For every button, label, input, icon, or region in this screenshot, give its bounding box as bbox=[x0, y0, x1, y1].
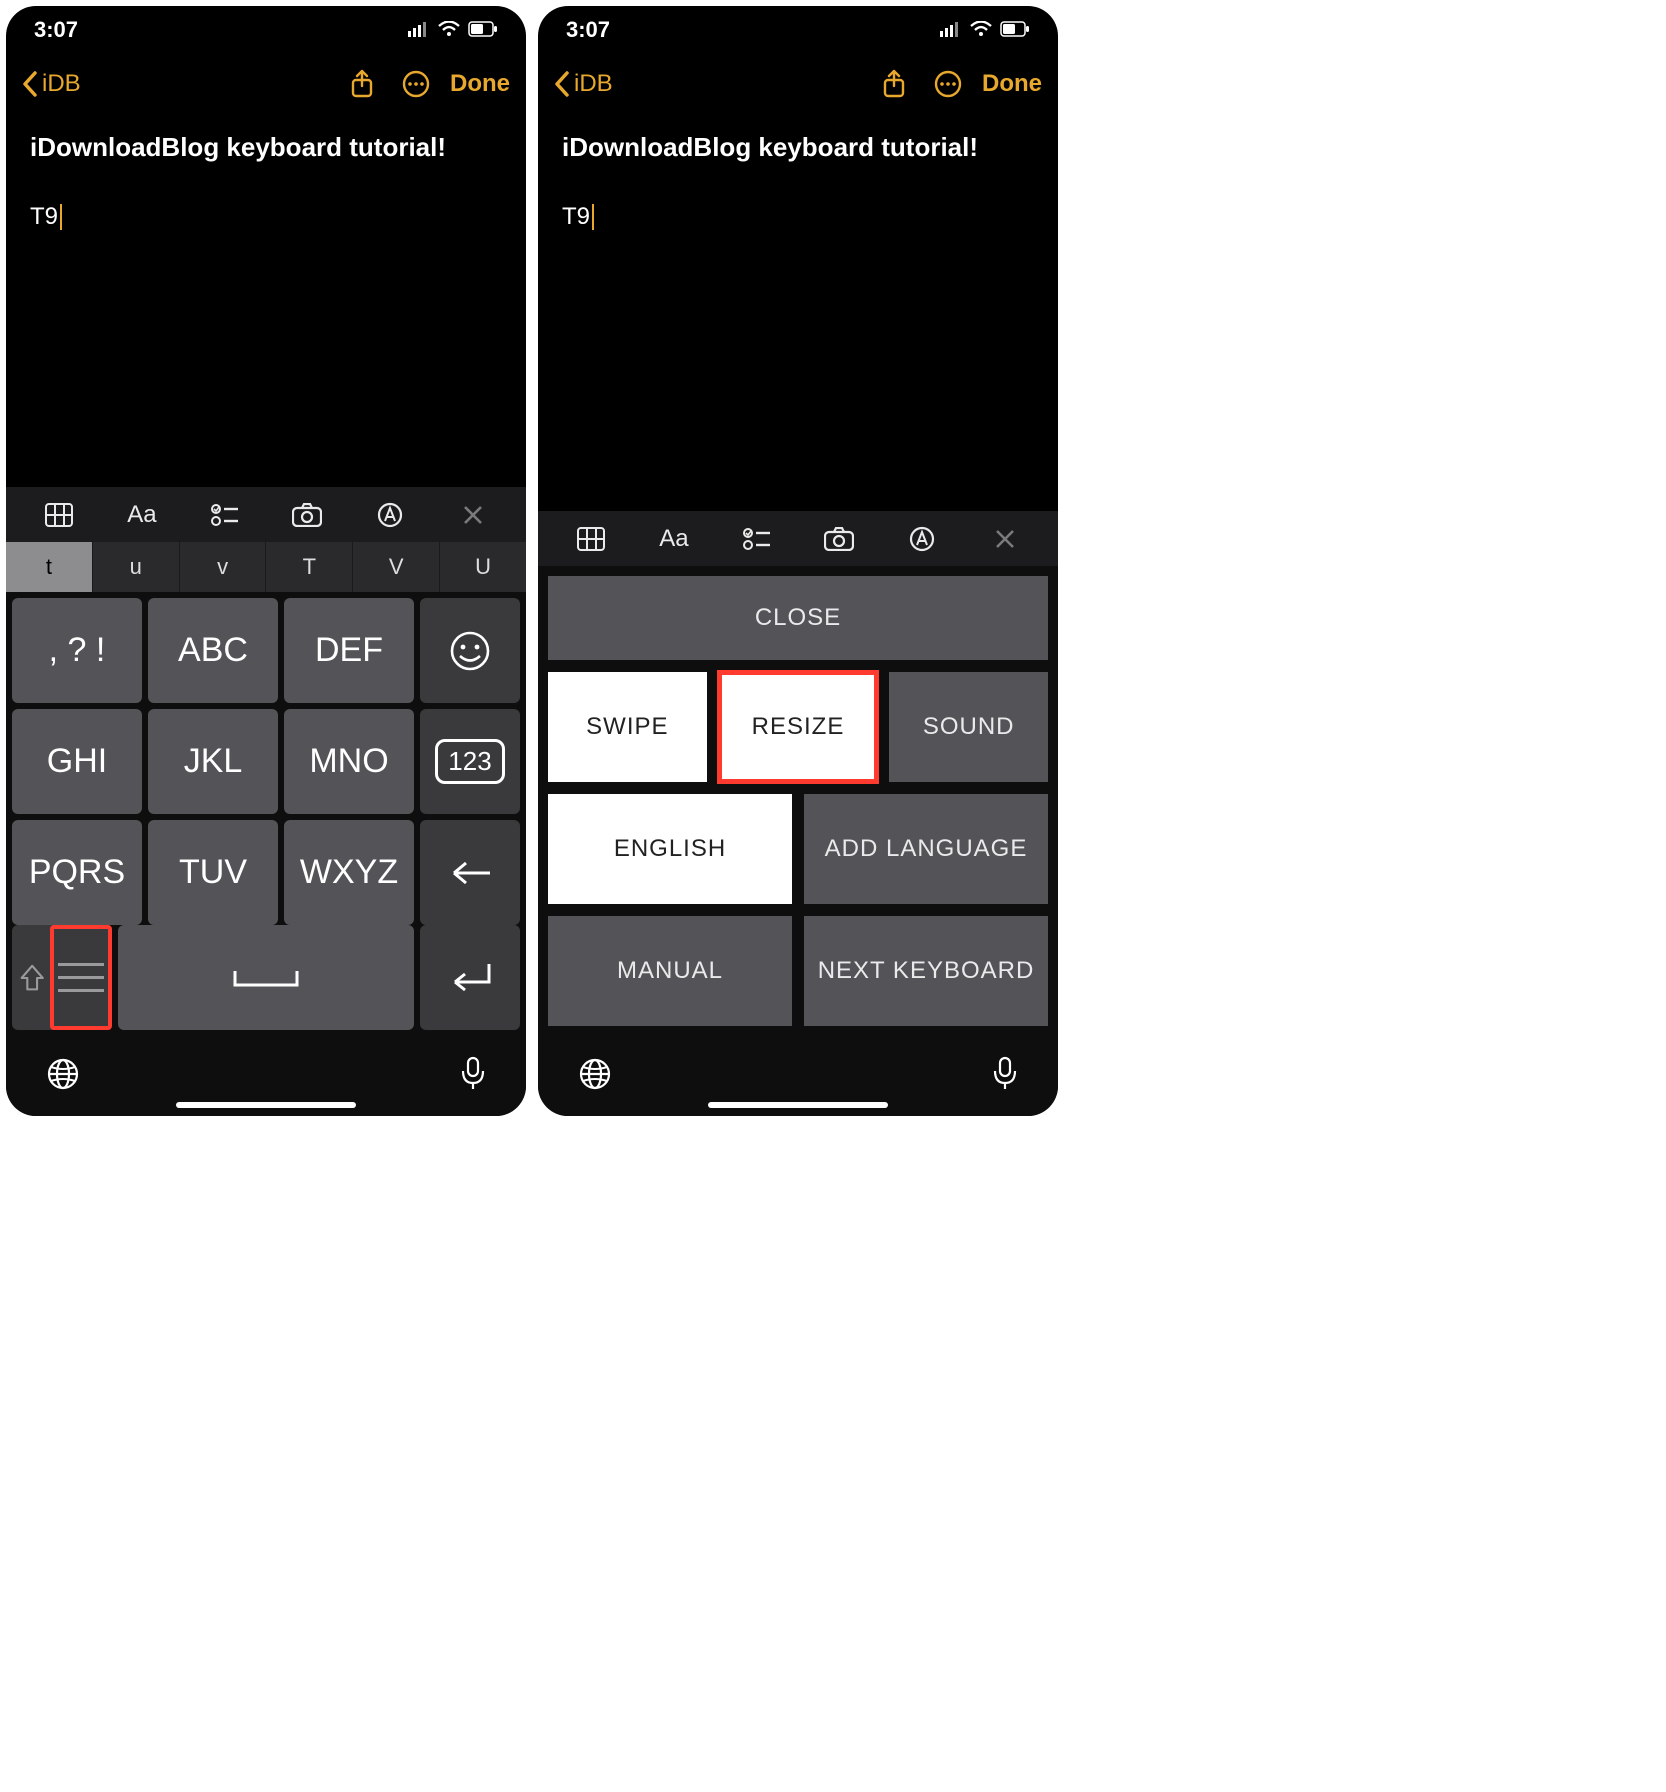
note-line: T9 bbox=[30, 203, 502, 231]
more-button[interactable] bbox=[396, 64, 436, 104]
wifi-icon bbox=[970, 17, 992, 43]
mic-icon[interactable] bbox=[992, 1056, 1018, 1097]
mic-icon[interactable] bbox=[460, 1056, 486, 1097]
keyboard-settings-panel: CLOSE SWIPE RESIZE SOUND ENGLISH ADD LAN… bbox=[538, 566, 1058, 1036]
home-indicator bbox=[176, 1102, 356, 1108]
note-heading: iDownloadBlog keyboard tutorial! bbox=[562, 132, 1034, 163]
home-indicator bbox=[708, 1102, 888, 1108]
suggestion-item[interactable]: u bbox=[93, 542, 180, 592]
settings-manual-button[interactable]: MANUAL bbox=[548, 916, 792, 1026]
status-time: 3:07 bbox=[566, 17, 610, 43]
done-button[interactable]: Done bbox=[982, 70, 1042, 98]
note-timestamp: April 28, 2023 at 3:07 PM bbox=[6, 66, 526, 89]
back-button[interactable]: iDB bbox=[22, 70, 81, 98]
suggestion-item[interactable]: T bbox=[266, 542, 353, 592]
settings-swipe-button[interactable]: SWIPE bbox=[548, 672, 707, 782]
nav-bar: April 28, 2023 at 3:07 PM iDB Done bbox=[538, 54, 1058, 114]
settings-english-button[interactable]: ENGLISH bbox=[548, 794, 792, 904]
key-return[interactable] bbox=[420, 925, 520, 1030]
status-icons bbox=[408, 17, 498, 43]
shift-menu-key[interactable] bbox=[12, 925, 112, 1030]
globe-icon[interactable] bbox=[578, 1057, 612, 1096]
table-icon[interactable] bbox=[569, 517, 613, 561]
key-emoji[interactable] bbox=[420, 598, 520, 703]
signal-icon bbox=[408, 17, 430, 43]
suggestion-item[interactable]: v bbox=[180, 542, 267, 592]
close-toolbar-icon[interactable] bbox=[451, 493, 495, 537]
status-bar: 3:07 bbox=[538, 6, 1058, 54]
key-pqrs[interactable]: PQRS bbox=[12, 820, 142, 925]
checklist-icon[interactable] bbox=[203, 493, 247, 537]
note-timestamp: April 28, 2023 at 3:07 PM bbox=[538, 66, 1058, 89]
share-button[interactable] bbox=[874, 64, 914, 104]
note-heading: iDownloadBlog keyboard tutorial! bbox=[30, 132, 502, 163]
close-toolbar-icon[interactable] bbox=[983, 517, 1027, 561]
shift-icon bbox=[20, 961, 44, 995]
format-icon[interactable]: Aa bbox=[652, 517, 696, 561]
suggestion-item[interactable]: t bbox=[6, 542, 93, 592]
text-cursor bbox=[592, 204, 594, 230]
battery-icon bbox=[1000, 17, 1030, 43]
note-body[interactable]: iDownloadBlog keyboard tutorial! T9 bbox=[6, 114, 526, 487]
settings-close-button[interactable]: CLOSE bbox=[548, 576, 1048, 660]
key-tuv[interactable]: TUV bbox=[148, 820, 278, 925]
wifi-icon bbox=[438, 17, 460, 43]
status-icons bbox=[940, 17, 1030, 43]
status-time: 3:07 bbox=[34, 17, 78, 43]
settings-next-keyboard-button[interactable]: NEXT KEYBOARD bbox=[804, 916, 1048, 1026]
key-123[interactable]: 123 bbox=[420, 709, 520, 814]
key-def[interactable]: DEF bbox=[284, 598, 414, 703]
notes-toolbar: Aa bbox=[6, 487, 526, 542]
key-jkl[interactable]: JKL bbox=[148, 709, 278, 814]
suggestion-row: t u v T V U bbox=[6, 542, 526, 592]
back-label: iDB bbox=[574, 70, 613, 98]
note-body[interactable]: iDownloadBlog keyboard tutorial! T9 bbox=[538, 114, 1058, 511]
suggestion-item[interactable]: V bbox=[353, 542, 440, 592]
t9-keyboard: , ? ! ABC DEF GHI JKL MNO 123 PQRS TUV W… bbox=[6, 592, 526, 925]
status-bar: 3:07 bbox=[6, 6, 526, 54]
settings-resize-button[interactable]: RESIZE bbox=[719, 672, 878, 782]
table-icon[interactable] bbox=[37, 493, 81, 537]
text-cursor bbox=[60, 204, 62, 230]
globe-icon[interactable] bbox=[46, 1057, 80, 1096]
t9-bottom-row bbox=[6, 925, 526, 1036]
more-button[interactable] bbox=[928, 64, 968, 104]
key-mno[interactable]: MNO bbox=[284, 709, 414, 814]
battery-icon bbox=[468, 17, 498, 43]
menu-icon bbox=[50, 925, 112, 1030]
back-button[interactable]: iDB bbox=[554, 70, 613, 98]
back-label: iDB bbox=[42, 70, 81, 98]
format-icon[interactable]: Aa bbox=[120, 493, 164, 537]
note-line: T9 bbox=[562, 203, 1034, 231]
settings-add-language-button[interactable]: ADD LANGUAGE bbox=[804, 794, 1048, 904]
key-backspace[interactable] bbox=[420, 820, 520, 925]
key-space[interactable] bbox=[118, 925, 414, 1030]
checklist-icon[interactable] bbox=[735, 517, 779, 561]
key-ghi[interactable]: GHI bbox=[12, 709, 142, 814]
signal-icon bbox=[940, 17, 962, 43]
suggestion-item[interactable]: U bbox=[440, 542, 526, 592]
key-wxyz[interactable]: WXYZ bbox=[284, 820, 414, 925]
camera-icon[interactable] bbox=[817, 517, 861, 561]
camera-icon[interactable] bbox=[285, 493, 329, 537]
settings-sound-button[interactable]: SOUND bbox=[889, 672, 1048, 782]
phone-right: 3:07 April 28, 2023 at 3:07 PM iDB Done … bbox=[538, 6, 1058, 1116]
done-button[interactable]: Done bbox=[450, 70, 510, 98]
markup-icon[interactable] bbox=[900, 517, 944, 561]
key-punct[interactable]: , ? ! bbox=[12, 598, 142, 703]
notes-toolbar: Aa bbox=[538, 511, 1058, 566]
share-button[interactable] bbox=[342, 64, 382, 104]
markup-icon[interactable] bbox=[368, 493, 412, 537]
nav-bar: April 28, 2023 at 3:07 PM iDB Done bbox=[6, 54, 526, 114]
phone-left: 3:07 April 28, 2023 at 3:07 PM iDB Done bbox=[6, 6, 526, 1116]
key-abc[interactable]: ABC bbox=[148, 598, 278, 703]
